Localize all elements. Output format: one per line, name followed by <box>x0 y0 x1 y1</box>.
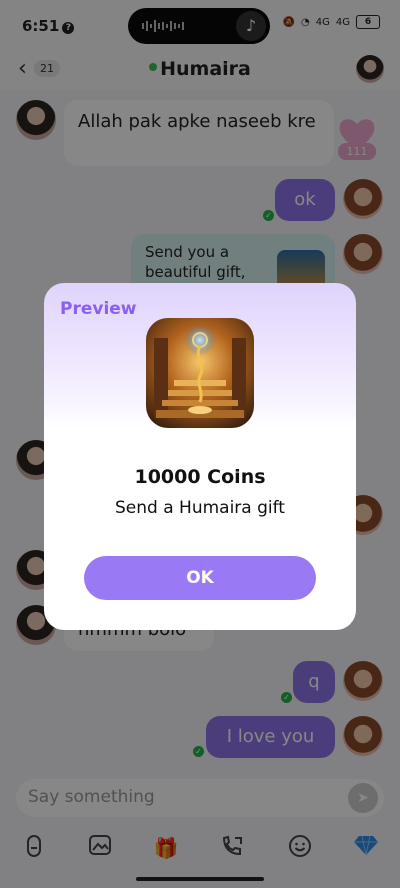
gift-image <box>146 318 254 428</box>
gift-preview-dialog: Preview 10000 Coins Send a Humaira gift … <box>44 283 356 630</box>
ok-button[interactable]: OK <box>84 556 316 600</box>
gift-description: Send a Humaira gift <box>115 498 285 518</box>
gift-coin-price: 10000 Coins <box>134 466 266 488</box>
dialog-title: Preview <box>60 299 137 319</box>
